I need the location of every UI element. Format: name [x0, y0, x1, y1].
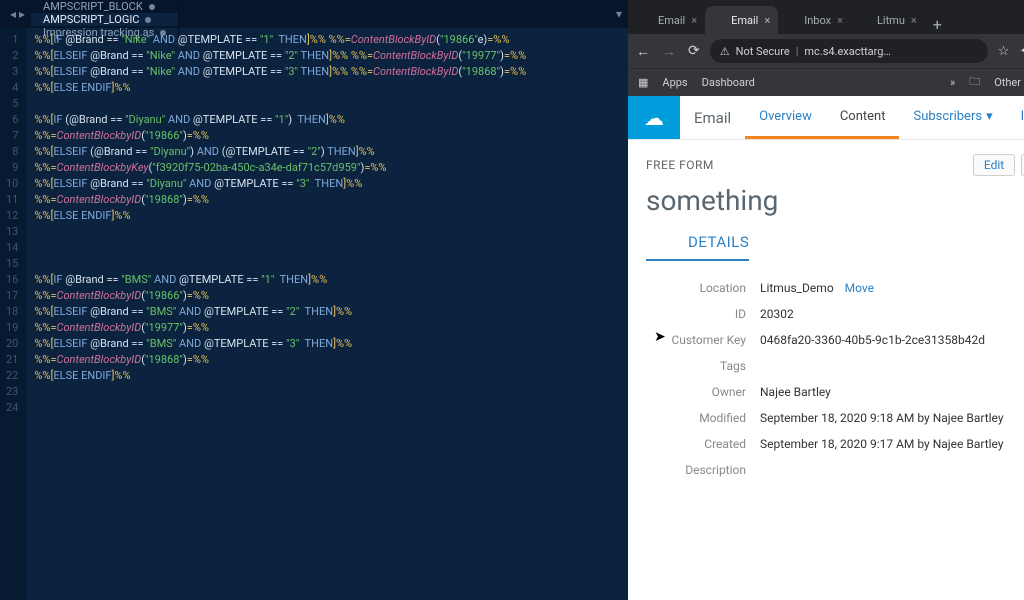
dirty-indicator-icon	[145, 17, 151, 23]
editor-body[interactable]: 123456789101112131415161718192021222324 …	[0, 28, 628, 600]
owner-label: Owner	[646, 385, 746, 399]
asset-title: something	[646, 184, 1024, 217]
browser-toolbar: ← → ⟳ ⚠ Not Secure | mc.s4.exacttarg… ☆ …	[628, 34, 1024, 68]
code-line[interactable]	[34, 384, 526, 400]
code-line[interactable]: %%[IF @Brand == "BMS" AND @TEMPLATE == "…	[34, 272, 526, 288]
code-editor: ◂ ▸ AMPSCRIPT_BLOCKAMPSCRIPT_LOGICImpres…	[0, 0, 628, 600]
code-line[interactable]: %%[ELSEIF @Brand == "BMS" AND @TEMPLATE …	[34, 304, 526, 320]
browser-tab[interactable]: Inbox×	[778, 6, 851, 34]
browser-window: Email×Email×Inbox×Litmu× + ← → ⟳ ⚠ Not S…	[628, 0, 1024, 600]
browser-tab[interactable]: Litmu×	[851, 6, 925, 34]
created-value: September 18, 2020 9:17 AM by Najee Bart…	[760, 437, 1004, 451]
tab-subscribers[interactable]: Subscribers ▾	[899, 96, 1006, 139]
apps-bookmark[interactable]: Apps	[662, 76, 687, 89]
code-line[interactable]	[34, 240, 526, 256]
content-type-label: FREE FORM	[646, 158, 714, 172]
editor-overflow-icon[interactable]: ▾	[610, 0, 628, 28]
code-area[interactable]: %%[IF @Brand == "Nike" AND @TEMPLATE == …	[26, 28, 534, 600]
close-tab-icon[interactable]: ×	[764, 14, 770, 27]
code-line[interactable]: %%=ContentBlockbyID("19866")=%%	[34, 288, 526, 304]
code-line[interactable]: %%[ELSEIF (@Brand == "Diyanu") AND (@TEM…	[34, 144, 526, 160]
close-tab-icon[interactable]: ×	[691, 14, 697, 27]
code-line[interactable]: %%[ELSEIF @Brand == "BMS" AND @TEMPLATE …	[34, 336, 526, 352]
favicon-icon	[640, 14, 652, 26]
code-line[interactable]: %%[IF (@Brand == "Diyanu" AND @TEMPLATE …	[34, 112, 526, 128]
tab-history-nav[interactable]: ◂ ▸	[4, 0, 31, 28]
id-value: 20302	[760, 307, 794, 321]
code-line[interactable]: %%=ContentBlockbyID("19868")=%%	[34, 352, 526, 368]
tags-label: Tags	[646, 359, 746, 373]
dirty-indicator-icon	[149, 4, 155, 10]
salesforce-cloud-icon[interactable]: ☁	[628, 96, 680, 139]
code-line[interactable]	[34, 224, 526, 240]
favicon-icon	[713, 14, 725, 26]
reload-button[interactable]: ⟳	[688, 43, 700, 60]
favicon-icon	[786, 14, 798, 26]
editor-tab-ampscript-logic[interactable]: AMPSCRIPT_LOGIC	[31, 13, 179, 26]
dashboard-bookmark[interactable]: Dashboard	[702, 76, 755, 89]
modified-value: September 18, 2020 9:18 AM by Najee Bart…	[760, 411, 1004, 425]
apps-icon[interactable]: ▦	[638, 76, 648, 89]
security-label: Not Secure	[736, 45, 790, 58]
code-line[interactable]: %%[ELSE ENDIF]%%	[34, 368, 526, 384]
page-content: ☁ Email Overview Content Subscribers ▾ I…	[628, 96, 1024, 600]
location-value: Litmus_Demo	[760, 281, 834, 295]
insecure-icon: ⚠	[720, 45, 730, 58]
code-line[interactable]: %%=ContentBlockbyID("19977")=%%	[34, 320, 526, 336]
browser-tab[interactable]: Email×	[705, 6, 778, 34]
modified-label: Modified	[646, 411, 746, 425]
line-number-gutter: 123456789101112131415161718192021222324	[0, 28, 26, 600]
back-button[interactable]: ←	[636, 43, 650, 60]
code-line[interactable]	[34, 96, 526, 112]
code-line[interactable]: %%=ContentBlockbyID("19866")=%%	[34, 128, 526, 144]
bookmarks-overflow-icon[interactable]: »	[950, 76, 955, 89]
extensions-icon[interactable]: ✦	[1019, 44, 1024, 59]
created-label: Created	[646, 437, 746, 451]
tab-subscribers-label: Subscribers	[913, 109, 982, 124]
close-tab-icon[interactable]: ×	[911, 14, 917, 27]
id-label: ID	[646, 307, 746, 321]
bookmark-star-icon[interactable]: ☆	[998, 44, 1010, 59]
other-bookmarks[interactable]: Other Bookmarks	[994, 76, 1024, 89]
new-tab-button[interactable]: +	[925, 15, 950, 34]
edit-button[interactable]: Edit	[973, 154, 1015, 176]
code-line[interactable]: %%=ContentBlockbyID("19868")=%%	[34, 192, 526, 208]
tab-overview[interactable]: Overview	[745, 96, 826, 139]
code-line[interactable]	[34, 400, 526, 416]
code-line[interactable]: %%[ELSE ENDIF]%%	[34, 80, 526, 96]
code-line[interactable]: %%[IF @Brand == "Nike" AND @TEMPLATE == …	[34, 32, 526, 48]
close-tab-icon[interactable]: ×	[837, 14, 843, 27]
move-link[interactable]: Move	[845, 281, 874, 295]
app-brand: Email	[680, 96, 745, 139]
code-line[interactable]: %%[ELSEIF @Brand == "Nike" AND @TEMPLATE…	[34, 48, 526, 64]
url-text: mc.s4.exacttarg…	[804, 45, 890, 58]
code-line[interactable]: %%=ContentBlockbyKey("f3920f75-02ba-450c…	[34, 160, 526, 176]
editor-tab-ampscript-block[interactable]: AMPSCRIPT_BLOCK	[31, 0, 179, 13]
code-line[interactable]: %%[ELSE ENDIF]%%	[34, 208, 526, 224]
customer-key-label: Customer Key	[646, 333, 746, 347]
folder-icon: 🗀	[969, 73, 980, 92]
tab-content[interactable]: Content	[826, 96, 900, 139]
location-label: Location	[646, 281, 746, 295]
bookmarks-bar: ▦ Apps Dashboard » 🗀 Other Bookmarks	[628, 68, 1024, 96]
code-line[interactable]: %%[ELSEIF @Brand == "Diyanu" AND @TEMPLA…	[34, 176, 526, 192]
code-line[interactable]	[34, 256, 526, 272]
code-line[interactable]: %%[ELSEIF @Brand == "Nike" AND @TEMPLATE…	[34, 64, 526, 80]
forward-button[interactable]: →	[662, 43, 676, 60]
editor-tab-bar: ◂ ▸ AMPSCRIPT_BLOCKAMPSCRIPT_LOGICImpres…	[0, 0, 628, 28]
tab-interactions[interactable]: Interactio	[1007, 96, 1024, 139]
address-bar[interactable]: ⚠ Not Secure | mc.s4.exacttarg…	[710, 39, 988, 63]
details-section-header[interactable]: DETAILS	[646, 233, 749, 261]
owner-value: Najee Bartley	[760, 385, 831, 399]
description-label: Description	[646, 463, 746, 477]
customer-key-value: 0468fa20-3360-40b5-9c1b-2ce31358b42d	[760, 333, 985, 347]
browser-tab[interactable]: Email×	[632, 6, 705, 34]
app-header: ☁ Email Overview Content Subscribers ▾ I…	[628, 96, 1024, 140]
favicon-icon	[859, 14, 871, 26]
browser-tab-strip: Email×Email×Inbox×Litmu× +	[628, 0, 1024, 34]
chevron-down-icon: ▾	[986, 109, 993, 124]
